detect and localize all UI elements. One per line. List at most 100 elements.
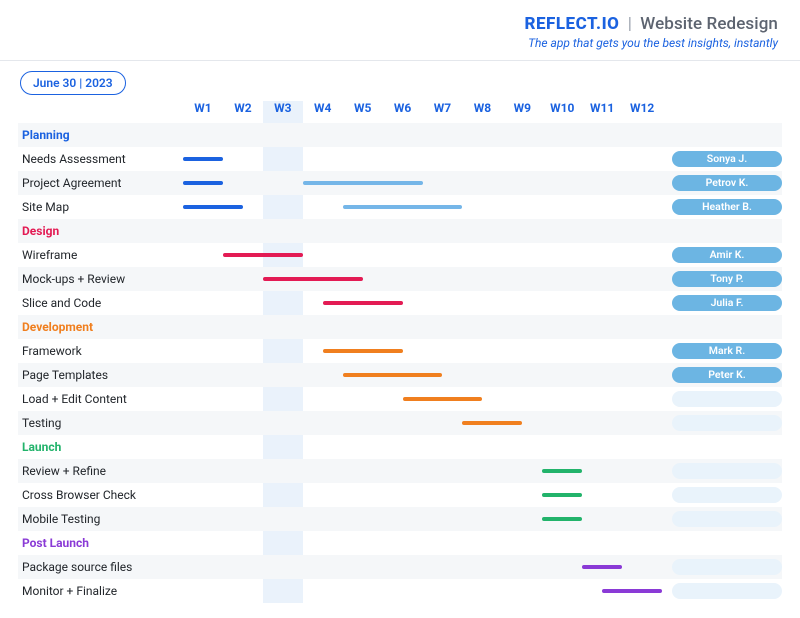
task-row[interactable]: Framework Mark R. [18, 339, 782, 363]
gantt-track [183, 195, 662, 219]
gantt-bar[interactable] [602, 589, 662, 593]
section-row: Development [18, 315, 782, 339]
task-row[interactable]: Testing [18, 411, 782, 435]
header: REFLECT.IO | Website Redesign The app th… [0, 0, 800, 61]
task-label: Review + Refine [18, 464, 183, 478]
assignee-pill[interactable]: Sonya J. [672, 151, 782, 167]
week-header-cell: W2 [223, 101, 263, 123]
section-row: Planning [18, 123, 782, 147]
task-label: Cross Browser Check [18, 488, 183, 502]
assignee-pill[interactable]: Mark R. [672, 343, 782, 359]
task-label: Project Agreement [18, 176, 183, 190]
week-header-cell: W12 [622, 101, 662, 123]
assignee-pill[interactable] [672, 559, 782, 575]
task-label: Testing [18, 416, 183, 430]
title-divider: | [624, 14, 636, 34]
gantt-track [183, 483, 662, 507]
week-header-cell: W11 [582, 101, 622, 123]
gantt-track [183, 363, 662, 387]
assignee-pill[interactable]: Petrov K. [672, 175, 782, 191]
assignee-pill[interactable]: Heather B. [672, 199, 782, 215]
title-line: REFLECT.IO | Website Redesign [22, 14, 778, 34]
week-header-cell: W8 [462, 101, 502, 123]
assignee-pill[interactable] [672, 487, 782, 503]
gantt-bar[interactable] [323, 349, 403, 353]
task-label: Mobile Testing [18, 512, 183, 526]
task-row[interactable]: Wireframe Amir K. [18, 243, 782, 267]
task-label: Wireframe [18, 248, 183, 262]
task-row[interactable]: Mock-ups + Review Tony P. [18, 267, 782, 291]
task-row[interactable]: Package source files [18, 555, 782, 579]
task-row[interactable]: Cross Browser Check [18, 483, 782, 507]
task-row[interactable]: Review + Refine [18, 459, 782, 483]
gantt-bar[interactable] [323, 301, 403, 305]
gantt-bar[interactable] [582, 565, 622, 569]
week-header-cell: W7 [423, 101, 463, 123]
gantt-bar[interactable] [343, 373, 443, 377]
assignee-pill[interactable] [672, 583, 782, 599]
assignee-pill[interactable] [672, 463, 782, 479]
section-label: Design [18, 224, 183, 238]
gantt-bar[interactable] [462, 421, 522, 425]
task-label: Monitor + Finalize [18, 584, 183, 598]
assignee-pill[interactable] [672, 391, 782, 407]
task-label: Needs Assessment [18, 152, 183, 166]
task-label: Package source files [18, 560, 183, 574]
task-row[interactable]: Mobile Testing [18, 507, 782, 531]
task-row[interactable]: Load + Edit Content [18, 387, 782, 411]
rows-container: Planning Needs Assessment Sonya J. Project … [18, 123, 782, 603]
gantt-track [183, 387, 662, 411]
section-label: Post Launch [18, 536, 183, 550]
task-label: Slice and Code [18, 296, 183, 310]
section-label: Planning [18, 128, 183, 142]
week-header-cell: W5 [343, 101, 383, 123]
task-label: Page Templates [18, 368, 183, 382]
gantt-bar[interactable] [542, 469, 582, 473]
assignee-pill[interactable]: Amir K. [672, 247, 782, 263]
gantt-bar[interactable] [303, 181, 423, 185]
gantt-bar[interactable] [223, 253, 303, 257]
assignee-pill[interactable]: Peter K. [672, 367, 782, 383]
section-label: Development [18, 320, 183, 334]
assignee-pill[interactable]: Tony P. [672, 271, 782, 287]
gantt-bar[interactable] [183, 181, 223, 185]
section-row: Launch [18, 435, 782, 459]
task-row[interactable]: Site Map Heather B. [18, 195, 782, 219]
brand-name: REFLECT.IO [525, 14, 620, 34]
task-label: Site Map [18, 200, 183, 214]
grid-wrap: W1W2W3W4W5W6W7W8W9W10W11W12 PlanningNeed… [18, 101, 782, 603]
assignee-pill[interactable]: Julia F. [672, 295, 782, 311]
gantt-bar[interactable] [542, 517, 582, 521]
gantt-bar[interactable] [542, 493, 582, 497]
week-header-cell: W1 [183, 101, 223, 123]
project-name: Website Redesign [640, 14, 778, 34]
assignee-pill[interactable] [672, 415, 782, 431]
gantt-bar[interactable] [403, 397, 483, 401]
gantt-chart: W1W2W3W4W5W6W7W8W9W10W11W12 PlanningNeed… [18, 101, 782, 603]
week-header-cell: W3 [263, 101, 303, 123]
gantt-bar[interactable] [183, 157, 223, 161]
gantt-track [183, 171, 662, 195]
gantt-track [183, 507, 662, 531]
gantt-bar[interactable] [343, 205, 463, 209]
task-row[interactable]: Page Templates Peter K. [18, 363, 782, 387]
gantt-track [183, 267, 662, 291]
date-picker[interactable]: June 30 | 2023 [20, 71, 126, 95]
task-row[interactable]: Project Agreement Petrov K. [18, 171, 782, 195]
task-label: Framework [18, 344, 183, 358]
section-label: Launch [18, 440, 183, 454]
task-row[interactable]: Needs Assessment Sonya J. [18, 147, 782, 171]
gantt-track [183, 147, 662, 171]
week-header-cell: W4 [303, 101, 343, 123]
gantt-bar[interactable] [183, 205, 243, 209]
task-label: Mock-ups + Review [18, 272, 183, 286]
gantt-bar[interactable] [263, 277, 363, 281]
task-row[interactable]: Monitor + Finalize [18, 579, 782, 603]
assignee-pill[interactable] [672, 511, 782, 527]
gantt-track [183, 291, 662, 315]
task-row[interactable]: Slice and Code Julia F. [18, 291, 782, 315]
toolbar: June 30 | 2023 [0, 61, 800, 101]
gantt-track [183, 555, 662, 579]
week-header: W1W2W3W4W5W6W7W8W9W10W11W12 [18, 101, 782, 123]
tagline: The app that gets you the best insights,… [22, 36, 778, 50]
